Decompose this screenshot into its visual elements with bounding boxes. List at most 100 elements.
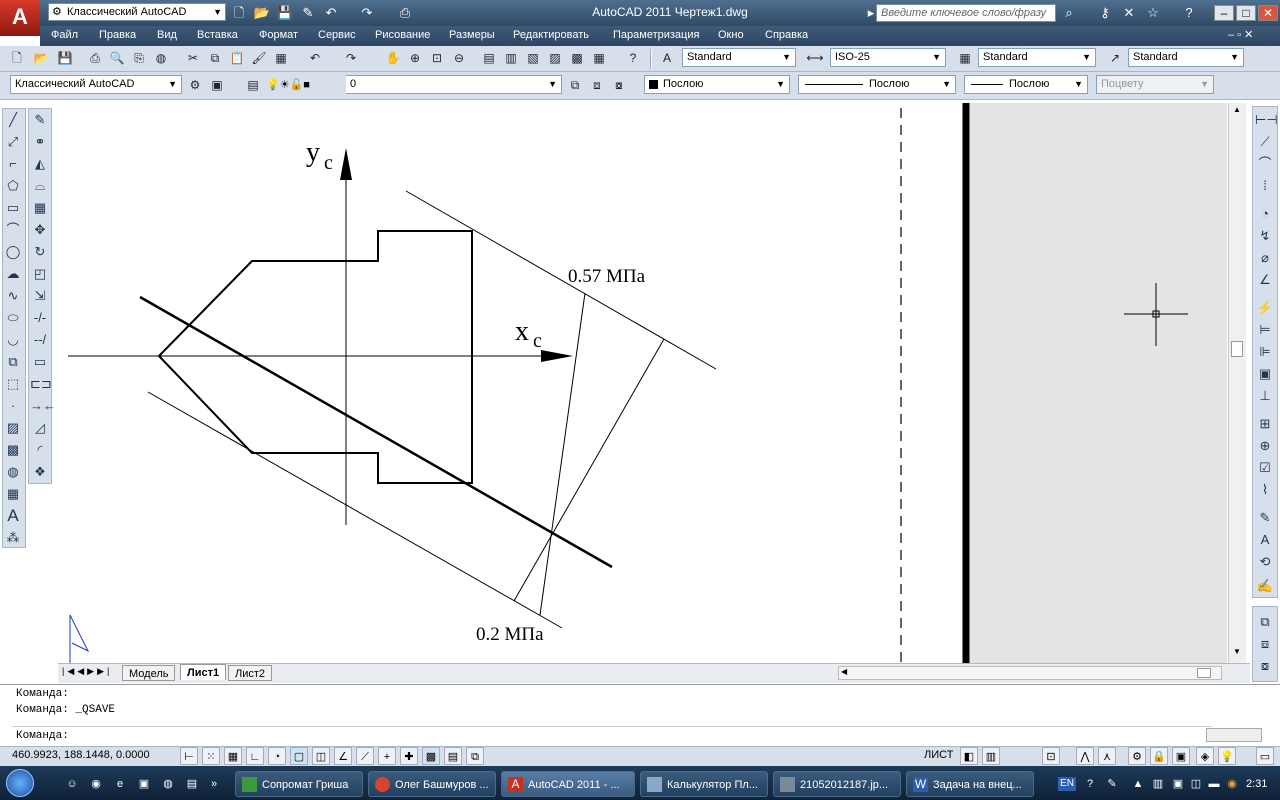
- workspace-settings-icon[interactable]: ▣: [208, 76, 226, 94]
- text-style-select[interactable]: Standard ▼: [682, 48, 796, 67]
- dim-style-icon[interactable]: ⟷: [806, 49, 824, 67]
- jogged-linear-icon[interactable]: ⌇: [1255, 480, 1275, 500]
- block-editor-icon[interactable]: ▦: [272, 49, 290, 67]
- object-snap-icon[interactable]: ▢: [290, 747, 308, 765]
- doc-window-controls[interactable]: – ▫ ✕: [1228, 28, 1278, 44]
- baseline-dimension-icon[interactable]: ⊨: [1255, 320, 1275, 340]
- dimension-update-icon[interactable]: ⟲: [1255, 552, 1275, 572]
- tool-palettes-icon[interactable]: ▧: [524, 49, 542, 67]
- sheet-set-icon[interactable]: ▨: [546, 49, 564, 67]
- line-icon[interactable]: ╱: [3, 110, 23, 130]
- quick-dimension-icon[interactable]: ⚡: [1255, 298, 1275, 318]
- save-icon[interactable]: 💾: [56, 49, 74, 67]
- arc-icon[interactable]: ⌒: [3, 220, 23, 240]
- close-button[interactable]: ✕: [1258, 5, 1278, 21]
- pan-icon[interactable]: ✋: [384, 49, 402, 67]
- vertical-scroll-thumb[interactable]: [1231, 341, 1243, 357]
- mirror-icon[interactable]: ◭: [30, 154, 50, 174]
- break-icon[interactable]: ⊏⊐: [30, 374, 52, 394]
- join-icon[interactable]: →←: [30, 396, 56, 416]
- match-properties-icon[interactable]: 🖌: [250, 49, 268, 67]
- properties-icon[interactable]: ▤: [480, 49, 498, 67]
- dimension-text-edit-icon[interactable]: A: [1255, 530, 1275, 550]
- continue-dimension-icon[interactable]: ⊫: [1255, 342, 1275, 362]
- table-style-select[interactable]: Standard ▼: [978, 48, 1096, 67]
- print-icon[interactable]: ⎙: [86, 49, 104, 67]
- multileader-style-icon[interactable]: ↗: [1106, 49, 1124, 67]
- scroll-down-icon[interactable]: ▼: [1231, 647, 1243, 659]
- open-file-icon[interactable]: 📂: [253, 4, 271, 22]
- menu-tools[interactable]: Сервис: [318, 29, 356, 41]
- polygon-icon[interactable]: ⬠: [3, 176, 23, 196]
- workspace-select[interactable]: Классический AutoCAD ▼: [10, 75, 182, 94]
- horizontal-scrollbar[interactable]: ◀: [838, 666, 1222, 680]
- layer-properties-icon[interactable]: ▤: [244, 76, 262, 94]
- chamfer-icon[interactable]: ◿: [30, 418, 50, 438]
- communication-center-icon[interactable]: ✕: [1120, 4, 1138, 22]
- color-select[interactable]: Послою ▼: [644, 75, 790, 94]
- maximize-button[interactable]: □: [1236, 5, 1256, 21]
- command-prompt[interactable]: Команда:: [16, 730, 69, 742]
- publish-icon[interactable]: ⎘: [130, 49, 148, 67]
- scale-icon[interactable]: ◰: [30, 264, 50, 284]
- ellipse-arc-icon[interactable]: ◡: [3, 330, 23, 350]
- bring-above-icon[interactable]: ⧇: [1255, 656, 1275, 676]
- 3d-object-snap-icon[interactable]: ◫: [312, 747, 330, 765]
- array-icon[interactable]: ▦: [30, 198, 50, 218]
- tab-navigation-arrows[interactable]: |◀◀▶▶|: [62, 666, 118, 680]
- design-center-icon[interactable]: ▥: [502, 49, 520, 67]
- annotation-visibility-icon[interactable]: ⋏: [1098, 747, 1116, 765]
- task-button-image[interactable]: 21052012187.jp...: [773, 771, 901, 797]
- menu-file[interactable]: Файл: [51, 29, 78, 41]
- multiline-text-icon[interactable]: A: [3, 506, 23, 526]
- scroll-left-icon[interactable]: ◀: [841, 667, 847, 676]
- vertical-scrollbar[interactable]: ▲ ▼: [1228, 103, 1246, 663]
- hardware-acceleration-icon[interactable]: ▣: [1172, 747, 1190, 765]
- send-to-back-icon[interactable]: ⧈: [1255, 634, 1275, 654]
- table-icon[interactable]: ▦: [3, 484, 23, 504]
- tray-app-icon-1[interactable]: ▣: [1170, 776, 1186, 792]
- menu-dimension[interactable]: Размеры: [449, 29, 495, 41]
- move-icon[interactable]: ✥: [30, 220, 50, 240]
- angular-dimension-icon[interactable]: ∠: [1255, 270, 1275, 290]
- lineweight-select[interactable]: Послою ▼: [964, 75, 1088, 94]
- workspace-title-select[interactable]: ⚙ Классический AutoCAD ▼: [48, 3, 226, 21]
- layer-previous-icon[interactable]: ⧈: [588, 76, 606, 94]
- zoom-window-icon[interactable]: ⊡: [428, 49, 446, 67]
- menu-modify[interactable]: Редактировать: [513, 29, 589, 41]
- gear-icon[interactable]: ⚙: [186, 76, 204, 94]
- point-icon[interactable]: ·: [3, 396, 23, 416]
- quick-view-drawings-icon[interactable]: ▥: [982, 747, 1000, 765]
- hatch-icon[interactable]: ▨: [3, 418, 23, 438]
- calculator-icon[interactable]: ▦: [590, 49, 608, 67]
- break-at-point-icon[interactable]: ▭: [30, 352, 50, 372]
- zoom-realtime-icon[interactable]: ⊕: [406, 49, 424, 67]
- 3d-dwf-icon[interactable]: ◍: [152, 49, 170, 67]
- tab-layout2[interactable]: Лист2: [228, 665, 273, 681]
- minimize-button[interactable]: –: [1214, 5, 1234, 21]
- language-indicator[interactable]: EN: [1058, 777, 1076, 791]
- help-icon[interactable]: ?: [624, 49, 642, 67]
- revision-cloud-icon[interactable]: ☁: [3, 264, 23, 284]
- task-button-sopromat[interactable]: Сопромат Гриша: [235, 771, 363, 797]
- gradient-icon[interactable]: ▩: [3, 440, 23, 460]
- region-icon[interactable]: ◍: [3, 462, 23, 482]
- menu-parametric[interactable]: Параметризация: [613, 29, 699, 41]
- menu-window[interactable]: Окно: [718, 29, 744, 41]
- dimension-style-icon[interactable]: ✍: [1255, 576, 1275, 596]
- tab-model[interactable]: Модель: [122, 665, 176, 681]
- layer-select[interactable]: 0 ▼: [346, 75, 562, 94]
- erase-icon[interactable]: ✎: [30, 110, 50, 130]
- copy-object-icon[interactable]: ⚭: [30, 132, 50, 152]
- scroll-up-icon[interactable]: ▲: [1231, 105, 1243, 117]
- menu-format[interactable]: Формат: [259, 29, 298, 41]
- arc-length-icon[interactable]: ⌒: [1255, 154, 1275, 174]
- task-button-word[interactable]: W Задача на внец...: [906, 771, 1034, 797]
- space-indicator[interactable]: ЛИСТ: [924, 749, 953, 761]
- ellipse-icon[interactable]: ⬭: [3, 308, 23, 328]
- system-clock[interactable]: 2:31: [1246, 778, 1267, 790]
- tolerance-icon[interactable]: ⊞: [1255, 414, 1275, 434]
- open-icon[interactable]: 📂: [32, 49, 50, 67]
- help-tray-icon[interactable]: ?: [1082, 776, 1098, 792]
- paste-icon[interactable]: 📋: [228, 49, 246, 67]
